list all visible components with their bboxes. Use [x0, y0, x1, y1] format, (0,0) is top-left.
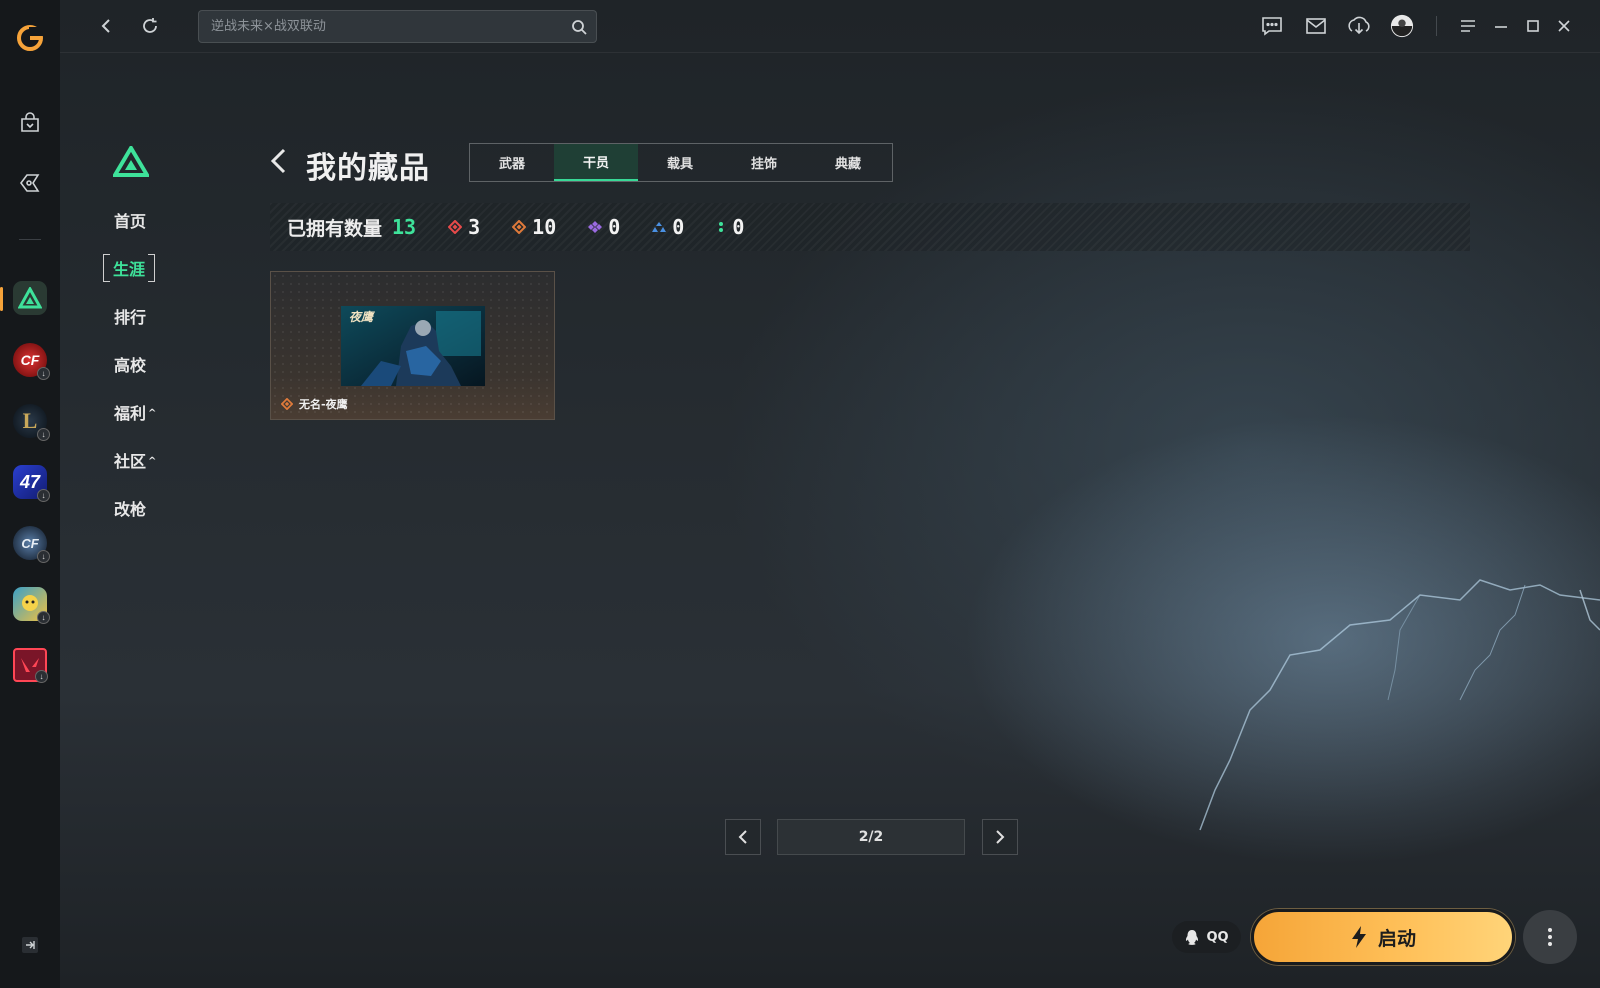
- title-back-button[interactable]: [268, 147, 290, 175]
- delta-force-logo-icon: [113, 146, 149, 177]
- left-dock: CF ↓ L ↓ 47 ↓ CF ↓ ↓ ↓: [0, 0, 60, 988]
- game-47-icon[interactable]: 47 ↓: [10, 462, 50, 502]
- chevron-up-icon: ^: [148, 408, 157, 419]
- page-indicator: 2/2: [777, 819, 965, 855]
- download-manager-icon[interactable]: [1347, 14, 1371, 38]
- message-icon[interactable]: [1260, 14, 1284, 38]
- subnav-welfare[interactable]: 福利 ^: [114, 400, 156, 424]
- search-input[interactable]: [199, 11, 549, 42]
- rarity-orange-count: 10: [532, 215, 557, 239]
- refresh-icon: [143, 18, 157, 33]
- download-badge-icon: ↓: [37, 611, 50, 624]
- close-icon[interactable]: [1552, 14, 1576, 38]
- subnav-welfare-label: 福利: [114, 404, 147, 423]
- back-button[interactable]: [92, 12, 120, 40]
- menu-icon[interactable]: [1456, 14, 1480, 38]
- qq-login-button[interactable]: QQ: [1172, 921, 1241, 953]
- subnav-community-label: 社区: [114, 452, 147, 471]
- refresh-button[interactable]: [136, 12, 164, 40]
- lightning-bolt-icon: [1351, 926, 1366, 948]
- search-box: [198, 10, 597, 43]
- download-badge-icon: ↓: [37, 367, 50, 380]
- tab-charms[interactable]: 挂饰: [722, 144, 806, 181]
- rarity-red-count: 3: [468, 215, 481, 239]
- download-badge-icon: ↓: [35, 670, 48, 683]
- tab-operators[interactable]: 干员: [554, 144, 638, 181]
- tag-icon[interactable]: [10, 163, 50, 203]
- purple-diamonds-icon: [588, 221, 603, 233]
- red-diamond-icon: [448, 220, 463, 234]
- qq-penguin-icon: [1186, 929, 1199, 945]
- subnav-gun-mod[interactable]: 改枪: [114, 496, 146, 520]
- chevron-left-icon: [101, 19, 110, 33]
- rarity-red: 3: [448, 215, 480, 239]
- top-bar: [60, 0, 1600, 53]
- valorant-icon[interactable]: ↓: [10, 645, 50, 685]
- operator-thumbnail: 夜鹰: [341, 306, 485, 386]
- vertical-dots-icon: [1548, 928, 1552, 946]
- wegame-logo-icon[interactable]: [10, 18, 50, 58]
- rarity-orange: 10: [512, 215, 556, 239]
- green-dots-icon: [719, 222, 724, 232]
- owned-stats-bar: 已拥有数量 13 3 10 0 0 0: [270, 203, 1470, 251]
- lightning-background: [1199, 579, 1600, 831]
- subnav-career[interactable]: 生涯: [103, 254, 156, 282]
- operator-name: 无名-夜鹰: [299, 398, 348, 411]
- rarity-blue: 0: [652, 215, 684, 239]
- rarity-purple-count: 0: [608, 215, 621, 239]
- rarity-blue-count: 0: [672, 215, 685, 239]
- owned-total: 13: [392, 215, 417, 239]
- page-title: 我的藏品: [306, 151, 430, 186]
- crossfire-icon[interactable]: CF ↓: [10, 340, 50, 380]
- subnav-college[interactable]: 高校: [114, 352, 146, 376]
- download-badge-icon: ↓: [37, 428, 50, 441]
- rarity-green-count: 0: [732, 215, 745, 239]
- rarity-purple: 0: [588, 215, 620, 239]
- chevron-up-icon: ^: [148, 456, 157, 467]
- rarity-green: 0: [716, 215, 744, 239]
- chevron-right-icon: [996, 830, 1005, 844]
- orange-diamond-icon: [512, 220, 527, 234]
- blue-triangles-icon: [652, 222, 667, 232]
- tab-weapons[interactable]: 武器: [470, 144, 554, 181]
- mail-icon[interactable]: [1304, 14, 1328, 38]
- thumbnail-title: 夜鹰: [349, 310, 374, 324]
- shop-bag-icon[interactable]: [10, 103, 50, 143]
- dock-separator: [19, 239, 41, 240]
- roco-kingdom-icon[interactable]: ↓: [10, 584, 50, 624]
- expand-sidebar-icon[interactable]: [10, 930, 50, 960]
- download-badge-icon: ↓: [37, 489, 50, 502]
- minimize-icon[interactable]: [1489, 14, 1513, 38]
- dock-active-indicator: [0, 287, 3, 311]
- chevron-left-icon: [738, 830, 747, 844]
- prev-page-button[interactable]: [725, 819, 761, 855]
- league-of-legends-icon[interactable]: L ↓: [10, 401, 50, 441]
- subnav-community[interactable]: 社区 ^: [114, 448, 156, 472]
- owned-label: 已拥有数量: [287, 217, 383, 240]
- more-options-button[interactable]: [1523, 910, 1577, 964]
- subnav-ranking[interactable]: 排行: [114, 304, 146, 328]
- orange-diamond-icon: [281, 398, 293, 410]
- next-page-button[interactable]: [982, 819, 1018, 855]
- qq-label: QQ: [1206, 929, 1229, 945]
- tab-collectibles[interactable]: 典藏: [806, 144, 890, 181]
- collection-tabs: 武器 干员 载具 挂饰 典藏: [469, 143, 893, 182]
- maximize-icon[interactable]: [1521, 14, 1545, 38]
- search-icon[interactable]: [570, 18, 588, 36]
- download-badge-icon: ↓: [37, 550, 50, 563]
- crossfire-hd-icon[interactable]: CF ↓: [10, 523, 50, 563]
- user-avatar[interactable]: [1390, 14, 1414, 38]
- tab-vehicles[interactable]: 载具: [638, 144, 722, 181]
- operator-card[interactable]: 夜鹰 无名-夜鹰: [270, 271, 555, 420]
- launch-label: 启动: [1377, 927, 1416, 950]
- launch-button[interactable]: 启动: [1251, 909, 1515, 965]
- subnav-home[interactable]: 首页: [114, 208, 146, 232]
- delta-force-icon[interactable]: [10, 278, 50, 318]
- topbar-separator: [1436, 16, 1437, 36]
